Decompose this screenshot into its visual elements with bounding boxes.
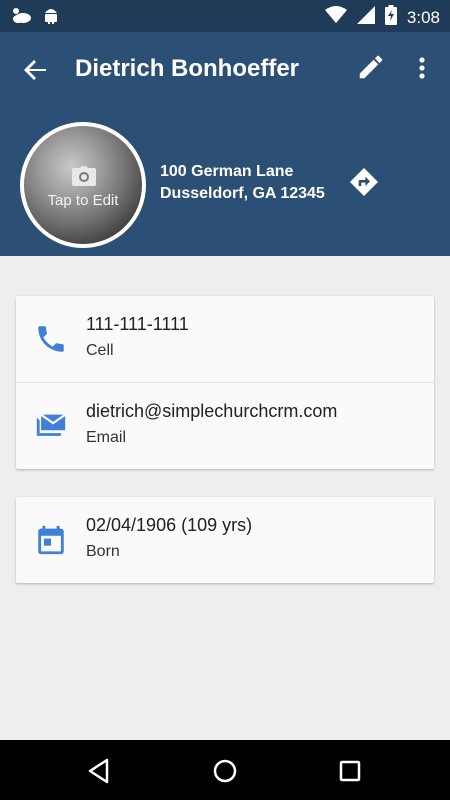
nav-home-icon[interactable]: [210, 756, 240, 786]
address-line-2: Dusseldorf, GA 12345: [160, 185, 325, 202]
wifi-icon: [324, 6, 347, 29]
phone-row[interactable]: 111-111-1111 Cell: [16, 296, 434, 382]
email-icon: [34, 409, 68, 443]
birth-date: 02/04/1906 (109 yrs): [86, 515, 253, 535]
avatar[interactable]: Tap to Edit: [20, 122, 146, 248]
email-address: dietrich@simplechurchcrm.com: [86, 401, 338, 421]
phone-icon: [34, 322, 68, 356]
contact-header: Dietrich Bonhoeffer Tap to Edit 100 Germ…: [0, 32, 450, 256]
nav-recents-icon[interactable]: [335, 756, 365, 786]
back-arrow-icon[interactable]: [20, 54, 52, 86]
email-row[interactable]: dietrich@simplechurchcrm.com Email: [16, 382, 434, 469]
nav-back-icon[interactable]: [85, 756, 115, 786]
navigation-bar: [0, 740, 450, 800]
address[interactable]: 100 German Lane Dusseldorf, GA 12345: [160, 161, 325, 205]
birthdate-row[interactable]: 02/04/1906 (109 yrs) Born: [16, 497, 434, 583]
signal-icon: [356, 6, 375, 29]
birth-label: Born: [86, 543, 120, 560]
camera-icon: [72, 166, 96, 191]
calendar-icon: [34, 523, 68, 557]
details-card: 02/04/1906 (109 yrs) Born: [16, 497, 434, 583]
email-type-label: Email: [86, 429, 127, 446]
phone-number: 111-111-1111: [86, 314, 189, 334]
phone-type-label: Cell: [86, 342, 114, 359]
battery-charging-icon: [384, 5, 397, 30]
contact-card: 111-111-1111 Cell dietrich@simplechurchc…: [16, 296, 434, 469]
android-icon: [42, 5, 60, 30]
directions-icon[interactable]: [348, 166, 380, 198]
address-line-1: 100 German Lane: [160, 163, 294, 180]
clock-time: 3:08: [406, 7, 440, 27]
edit-pencil-icon[interactable]: [356, 52, 386, 82]
page-title: Dietrich Bonhoeffer: [75, 55, 300, 82]
weather-icon: [10, 5, 32, 30]
overflow-menu-icon[interactable]: [410, 54, 434, 84]
tap-to-edit-label: Tap to Edit: [47, 192, 119, 209]
status-bar: 3:08: [0, 0, 450, 32]
